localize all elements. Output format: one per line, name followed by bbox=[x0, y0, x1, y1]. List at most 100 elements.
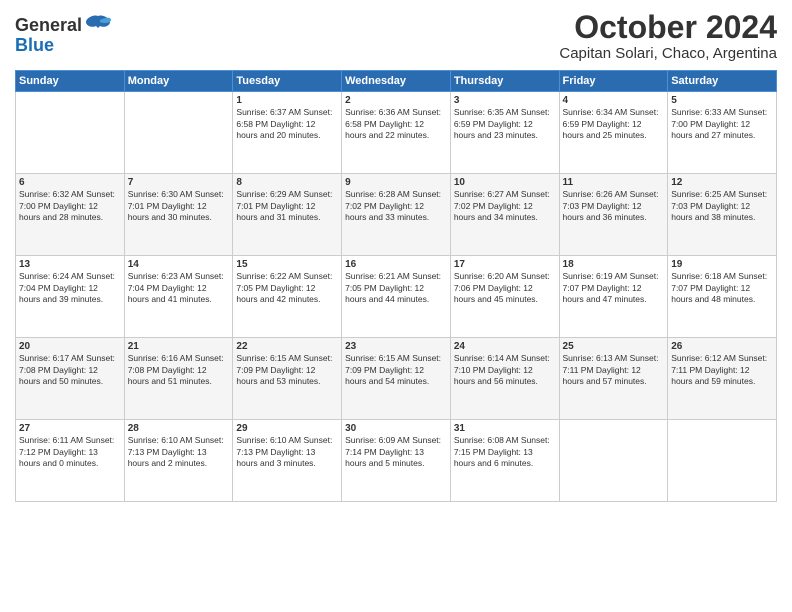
calendar-week-row: 20Sunrise: 6:17 AM Sunset: 7:08 PM Dayli… bbox=[16, 338, 777, 420]
calendar-cell: 30Sunrise: 6:09 AM Sunset: 7:14 PM Dayli… bbox=[342, 420, 451, 502]
calendar-cell: 3Sunrise: 6:35 AM Sunset: 6:59 PM Daylig… bbox=[450, 92, 559, 174]
calendar-cell: 17Sunrise: 6:20 AM Sunset: 7:06 PM Dayli… bbox=[450, 256, 559, 338]
calendar-cell: 6Sunrise: 6:32 AM Sunset: 7:00 PM Daylig… bbox=[16, 174, 125, 256]
day-number: 16 bbox=[345, 259, 447, 270]
day-number: 7 bbox=[128, 177, 230, 188]
logo-bird-icon bbox=[84, 14, 112, 36]
day-number: 27 bbox=[19, 423, 121, 434]
calendar-cell: 19Sunrise: 6:18 AM Sunset: 7:07 PM Dayli… bbox=[668, 256, 777, 338]
day-info: Sunrise: 6:10 AM Sunset: 7:13 PM Dayligh… bbox=[236, 435, 338, 469]
day-number: 24 bbox=[454, 341, 556, 352]
col-friday: Friday bbox=[559, 71, 668, 92]
day-info: Sunrise: 6:32 AM Sunset: 7:00 PM Dayligh… bbox=[19, 189, 121, 223]
calendar-cell: 8Sunrise: 6:29 AM Sunset: 7:01 PM Daylig… bbox=[233, 174, 342, 256]
day-number: 23 bbox=[345, 341, 447, 352]
logo: General Blue bbox=[15, 14, 112, 56]
day-number: 2 bbox=[345, 95, 447, 106]
day-info: Sunrise: 6:15 AM Sunset: 7:09 PM Dayligh… bbox=[236, 353, 338, 387]
day-number: 5 bbox=[671, 95, 773, 106]
day-info: Sunrise: 6:24 AM Sunset: 7:04 PM Dayligh… bbox=[19, 271, 121, 305]
day-info: Sunrise: 6:33 AM Sunset: 7:00 PM Dayligh… bbox=[671, 107, 773, 141]
day-number: 30 bbox=[345, 423, 447, 434]
day-info: Sunrise: 6:27 AM Sunset: 7:02 PM Dayligh… bbox=[454, 189, 556, 223]
day-info: Sunrise: 6:10 AM Sunset: 7:13 PM Dayligh… bbox=[128, 435, 230, 469]
col-wednesday: Wednesday bbox=[342, 71, 451, 92]
calendar-subtitle: Capitan Solari, Chaco, Argentina bbox=[559, 45, 777, 62]
calendar-cell: 2Sunrise: 6:36 AM Sunset: 6:58 PM Daylig… bbox=[342, 92, 451, 174]
calendar-cell: 15Sunrise: 6:22 AM Sunset: 7:05 PM Dayli… bbox=[233, 256, 342, 338]
day-number: 6 bbox=[19, 177, 121, 188]
day-info: Sunrise: 6:11 AM Sunset: 7:12 PM Dayligh… bbox=[19, 435, 121, 469]
day-info: Sunrise: 6:20 AM Sunset: 7:06 PM Dayligh… bbox=[454, 271, 556, 305]
day-number: 29 bbox=[236, 423, 338, 434]
day-number: 13 bbox=[19, 259, 121, 270]
day-number: 12 bbox=[671, 177, 773, 188]
day-info: Sunrise: 6:26 AM Sunset: 7:03 PM Dayligh… bbox=[563, 189, 665, 223]
col-thursday: Thursday bbox=[450, 71, 559, 92]
day-info: Sunrise: 6:17 AM Sunset: 7:08 PM Dayligh… bbox=[19, 353, 121, 387]
day-number: 22 bbox=[236, 341, 338, 352]
day-number: 28 bbox=[128, 423, 230, 434]
calendar-cell: 26Sunrise: 6:12 AM Sunset: 7:11 PM Dayli… bbox=[668, 338, 777, 420]
day-number: 9 bbox=[345, 177, 447, 188]
day-number: 4 bbox=[563, 95, 665, 106]
calendar-cell: 24Sunrise: 6:14 AM Sunset: 7:10 PM Dayli… bbox=[450, 338, 559, 420]
day-info: Sunrise: 6:28 AM Sunset: 7:02 PM Dayligh… bbox=[345, 189, 447, 223]
header-row: Sunday Monday Tuesday Wednesday Thursday… bbox=[16, 71, 777, 92]
calendar-cell bbox=[668, 420, 777, 502]
day-number: 15 bbox=[236, 259, 338, 270]
calendar-cell: 7Sunrise: 6:30 AM Sunset: 7:01 PM Daylig… bbox=[124, 174, 233, 256]
calendar-cell bbox=[16, 92, 125, 174]
calendar-table: Sunday Monday Tuesday Wednesday Thursday… bbox=[15, 70, 777, 502]
day-number: 3 bbox=[454, 95, 556, 106]
calendar-cell: 31Sunrise: 6:08 AM Sunset: 7:15 PM Dayli… bbox=[450, 420, 559, 502]
day-info: Sunrise: 6:21 AM Sunset: 7:05 PM Dayligh… bbox=[345, 271, 447, 305]
day-info: Sunrise: 6:18 AM Sunset: 7:07 PM Dayligh… bbox=[671, 271, 773, 305]
calendar-cell bbox=[559, 420, 668, 502]
day-info: Sunrise: 6:34 AM Sunset: 6:59 PM Dayligh… bbox=[563, 107, 665, 141]
header: General Blue October 2024 Capitan Solari… bbox=[15, 10, 777, 62]
day-info: Sunrise: 6:19 AM Sunset: 7:07 PM Dayligh… bbox=[563, 271, 665, 305]
day-info: Sunrise: 6:30 AM Sunset: 7:01 PM Dayligh… bbox=[128, 189, 230, 223]
calendar-cell: 10Sunrise: 6:27 AM Sunset: 7:02 PM Dayli… bbox=[450, 174, 559, 256]
day-number: 14 bbox=[128, 259, 230, 270]
calendar-cell: 23Sunrise: 6:15 AM Sunset: 7:09 PM Dayli… bbox=[342, 338, 451, 420]
day-number: 10 bbox=[454, 177, 556, 188]
day-info: Sunrise: 6:25 AM Sunset: 7:03 PM Dayligh… bbox=[671, 189, 773, 223]
col-tuesday: Tuesday bbox=[233, 71, 342, 92]
day-info: Sunrise: 6:12 AM Sunset: 7:11 PM Dayligh… bbox=[671, 353, 773, 387]
logo-blue-text: Blue bbox=[15, 35, 54, 55]
day-info: Sunrise: 6:23 AM Sunset: 7:04 PM Dayligh… bbox=[128, 271, 230, 305]
day-info: Sunrise: 6:16 AM Sunset: 7:08 PM Dayligh… bbox=[128, 353, 230, 387]
day-info: Sunrise: 6:36 AM Sunset: 6:58 PM Dayligh… bbox=[345, 107, 447, 141]
day-info: Sunrise: 6:09 AM Sunset: 7:14 PM Dayligh… bbox=[345, 435, 447, 469]
calendar-cell: 21Sunrise: 6:16 AM Sunset: 7:08 PM Dayli… bbox=[124, 338, 233, 420]
calendar-cell: 12Sunrise: 6:25 AM Sunset: 7:03 PM Dayli… bbox=[668, 174, 777, 256]
day-info: Sunrise: 6:37 AM Sunset: 6:58 PM Dayligh… bbox=[236, 107, 338, 141]
day-info: Sunrise: 6:13 AM Sunset: 7:11 PM Dayligh… bbox=[563, 353, 665, 387]
calendar-cell: 5Sunrise: 6:33 AM Sunset: 7:00 PM Daylig… bbox=[668, 92, 777, 174]
day-info: Sunrise: 6:08 AM Sunset: 7:15 PM Dayligh… bbox=[454, 435, 556, 469]
calendar-week-row: 1Sunrise: 6:37 AM Sunset: 6:58 PM Daylig… bbox=[16, 92, 777, 174]
calendar-cell: 11Sunrise: 6:26 AM Sunset: 7:03 PM Dayli… bbox=[559, 174, 668, 256]
calendar-cell: 27Sunrise: 6:11 AM Sunset: 7:12 PM Dayli… bbox=[16, 420, 125, 502]
day-number: 11 bbox=[563, 177, 665, 188]
day-number: 8 bbox=[236, 177, 338, 188]
day-number: 25 bbox=[563, 341, 665, 352]
calendar-cell bbox=[124, 92, 233, 174]
day-number: 26 bbox=[671, 341, 773, 352]
col-saturday: Saturday bbox=[668, 71, 777, 92]
calendar-week-row: 6Sunrise: 6:32 AM Sunset: 7:00 PM Daylig… bbox=[16, 174, 777, 256]
day-number: 21 bbox=[128, 341, 230, 352]
logo-general-text: General bbox=[15, 16, 82, 34]
calendar-cell: 4Sunrise: 6:34 AM Sunset: 6:59 PM Daylig… bbox=[559, 92, 668, 174]
calendar-page: General Blue October 2024 Capitan Solari… bbox=[0, 0, 792, 612]
day-info: Sunrise: 6:14 AM Sunset: 7:10 PM Dayligh… bbox=[454, 353, 556, 387]
day-number: 1 bbox=[236, 95, 338, 106]
calendar-cell: 20Sunrise: 6:17 AM Sunset: 7:08 PM Dayli… bbox=[16, 338, 125, 420]
day-number: 20 bbox=[19, 341, 121, 352]
calendar-title: October 2024 bbox=[559, 10, 777, 45]
calendar-cell: 14Sunrise: 6:23 AM Sunset: 7:04 PM Dayli… bbox=[124, 256, 233, 338]
col-monday: Monday bbox=[124, 71, 233, 92]
day-number: 31 bbox=[454, 423, 556, 434]
